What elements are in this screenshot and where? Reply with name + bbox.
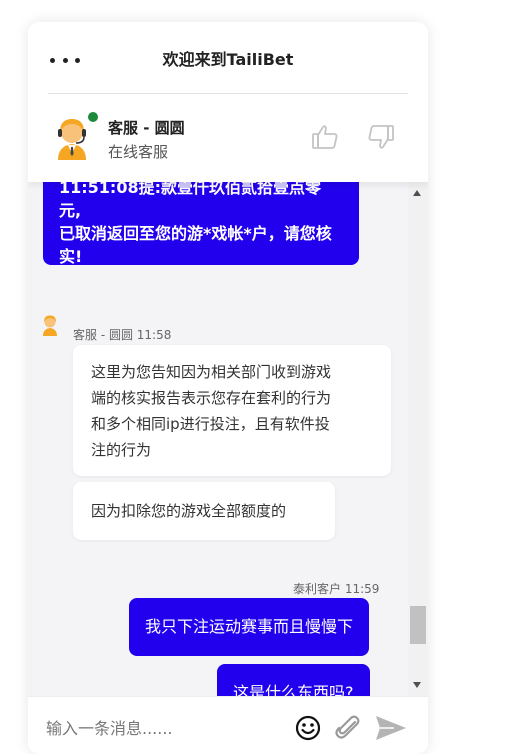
agent-message-meta: 客服 - 圆圆 11:58 xyxy=(73,328,172,342)
outgoing-message: 我只下注运动赛事而且慢慢下 xyxy=(129,598,370,656)
header-divider xyxy=(48,93,408,94)
thumbs-down-icon[interactable] xyxy=(366,122,396,152)
chat-widget: 欢迎来到TailiBet 客服 - 圆圆 在线客服 11:51:08提:款壹仟玖… xyxy=(28,22,428,754)
scroll-down-arrow-icon[interactable] xyxy=(413,682,421,688)
chat-header: 欢迎来到TailiBet 客服 - 圆圆 在线客服 xyxy=(28,22,428,182)
message-scrollbar[interactable] xyxy=(408,182,428,696)
paperclip-icon[interactable] xyxy=(333,713,363,743)
outgoing-message: 11:51:08提:款壹仟玖佰贰拾壹点零元, 已取消返回至您的游*戏帐*户，请您… xyxy=(43,182,359,266)
scroll-thumb[interactable] xyxy=(410,606,426,644)
thumbs-up-icon[interactable] xyxy=(310,122,340,152)
send-icon[interactable] xyxy=(374,713,408,743)
message-composer xyxy=(28,696,428,754)
incoming-message: 这里为您告知因为相关部门收到游戏 端的核实报告表示您存在套利的行为 和多个相同i… xyxy=(73,345,391,476)
customer-message-meta: 泰利客户 11:59 xyxy=(293,582,380,596)
outgoing-message: 这是什么东西吗? xyxy=(217,664,370,696)
message-input[interactable] xyxy=(44,715,288,741)
agent-avatar-small-icon xyxy=(43,315,57,336)
chat-title: 欢迎来到TailiBet xyxy=(162,50,294,69)
online-status-dot xyxy=(88,112,98,122)
agent-avatar-icon xyxy=(58,119,86,160)
emoji-icon[interactable] xyxy=(295,715,321,741)
message-list[interactable]: 11:51:08提:款壹仟玖佰贰拾壹点零元, 已取消返回至您的游*戏帐*户，请您… xyxy=(28,182,408,696)
agent-status: 在线客服 xyxy=(108,143,169,161)
scroll-up-arrow-icon[interactable] xyxy=(413,190,421,196)
agent-name: 客服 - 圆圆 xyxy=(108,119,185,137)
incoming-message: 因为扣除您的游戏全部额度的 xyxy=(73,482,335,540)
